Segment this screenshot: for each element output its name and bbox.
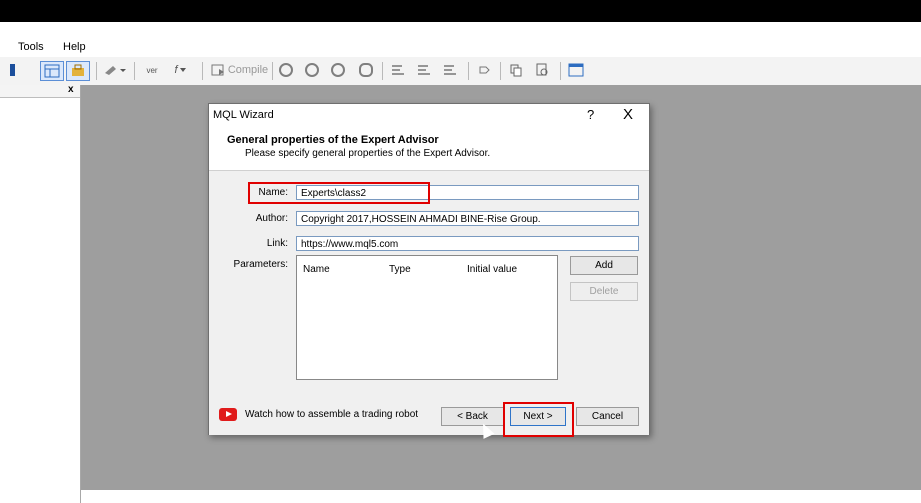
add-button[interactable]: Add: [570, 256, 638, 275]
link-label: Link:: [266, 238, 288, 249]
dialog-heading: General properties of the Expert Advisor: [227, 134, 439, 146]
help-icon[interactable]: ?: [587, 107, 594, 122]
menu-bar: Tools Help: [0, 40, 921, 56]
parameters-list[interactable]: Name Type Initial value: [296, 255, 558, 380]
navigator-header: x: [0, 84, 80, 98]
step-over-icon[interactable]: [414, 61, 434, 79]
cancel-button[interactable]: Cancel: [576, 407, 639, 426]
name-highlight: [248, 182, 430, 204]
toolbox-icon[interactable]: [66, 61, 90, 81]
compile-label: Compile: [227, 64, 269, 76]
layout-icon[interactable]: [40, 61, 64, 81]
debug-start-icon[interactable]: [278, 61, 294, 79]
author-label: Author:: [255, 213, 288, 224]
play-icon[interactable]: [304, 61, 320, 79]
toolbar-separator: [468, 62, 469, 80]
close-icon[interactable]: X: [623, 106, 633, 123]
column-header-type[interactable]: Type: [389, 264, 411, 275]
dialog-body: Name: Experts\class2 Author: Copyright 2…: [209, 170, 649, 437]
menu-help[interactable]: Help: [63, 41, 86, 53]
top-black-bar: [0, 0, 921, 22]
function-dropdown-icon[interactable]: f: [166, 61, 196, 79]
dialog-title: MQL Wizard: [213, 109, 274, 121]
navigator-icon[interactable]: [8, 61, 18, 79]
chart-window-icon[interactable]: [566, 61, 586, 79]
mql-wizard-dialog: MQL Wizard ? X General properties of the…: [208, 103, 650, 437]
tools-dropdown-icon[interactable]: [102, 61, 128, 79]
step-out-icon[interactable]: [440, 61, 460, 79]
pause-icon[interactable]: [330, 61, 346, 79]
close-icon[interactable]: x: [68, 84, 74, 95]
compile-button[interactable]: Compile: [208, 61, 270, 79]
step-into-icon[interactable]: [388, 61, 408, 79]
video-link[interactable]: Watch how to assemble a trading robot: [245, 409, 418, 420]
column-header-initial-value[interactable]: Initial value: [467, 264, 517, 275]
toolbar-separator: [382, 62, 383, 80]
bottom-strip: [81, 490, 921, 503]
toolbar-separator: [134, 62, 135, 80]
link-field[interactable]: https://www.mql5.com: [296, 236, 639, 251]
toolbar-separator: [560, 62, 561, 80]
toolbar-separator: [500, 62, 501, 80]
menu-tools[interactable]: Tools: [18, 41, 44, 53]
breakpoint-icon[interactable]: [474, 61, 494, 79]
toolbar-separator: [96, 62, 97, 80]
next-highlight: [503, 402, 574, 437]
copy-icon[interactable]: [506, 61, 526, 79]
menu-tools-label: Tools: [18, 41, 44, 53]
menu-help-label: Help: [63, 41, 86, 53]
back-button[interactable]: < Back: [441, 407, 504, 426]
delete-button[interactable]: Delete: [570, 282, 638, 301]
author-field[interactable]: Copyright 2017,HOSSEIN AHMADI BINE-Rise …: [296, 211, 639, 226]
stop-icon[interactable]: [358, 61, 374, 79]
navigator-panel: x: [0, 84, 81, 503]
toolbar: ver f Compile Cl: [0, 57, 921, 137]
dialog-subheading: Please specify general properties of the…: [245, 148, 491, 159]
version-icon-label: ver: [146, 65, 158, 75]
youtube-icon[interactable]: [219, 408, 237, 421]
column-header-name[interactable]: Name: [303, 264, 330, 275]
parameters-label: Parameters:: [233, 259, 288, 270]
search-doc-icon[interactable]: [532, 61, 552, 79]
toolbar-separator: [272, 62, 273, 80]
version-icon[interactable]: ver: [142, 61, 162, 79]
toolbar-separator: [202, 62, 203, 80]
